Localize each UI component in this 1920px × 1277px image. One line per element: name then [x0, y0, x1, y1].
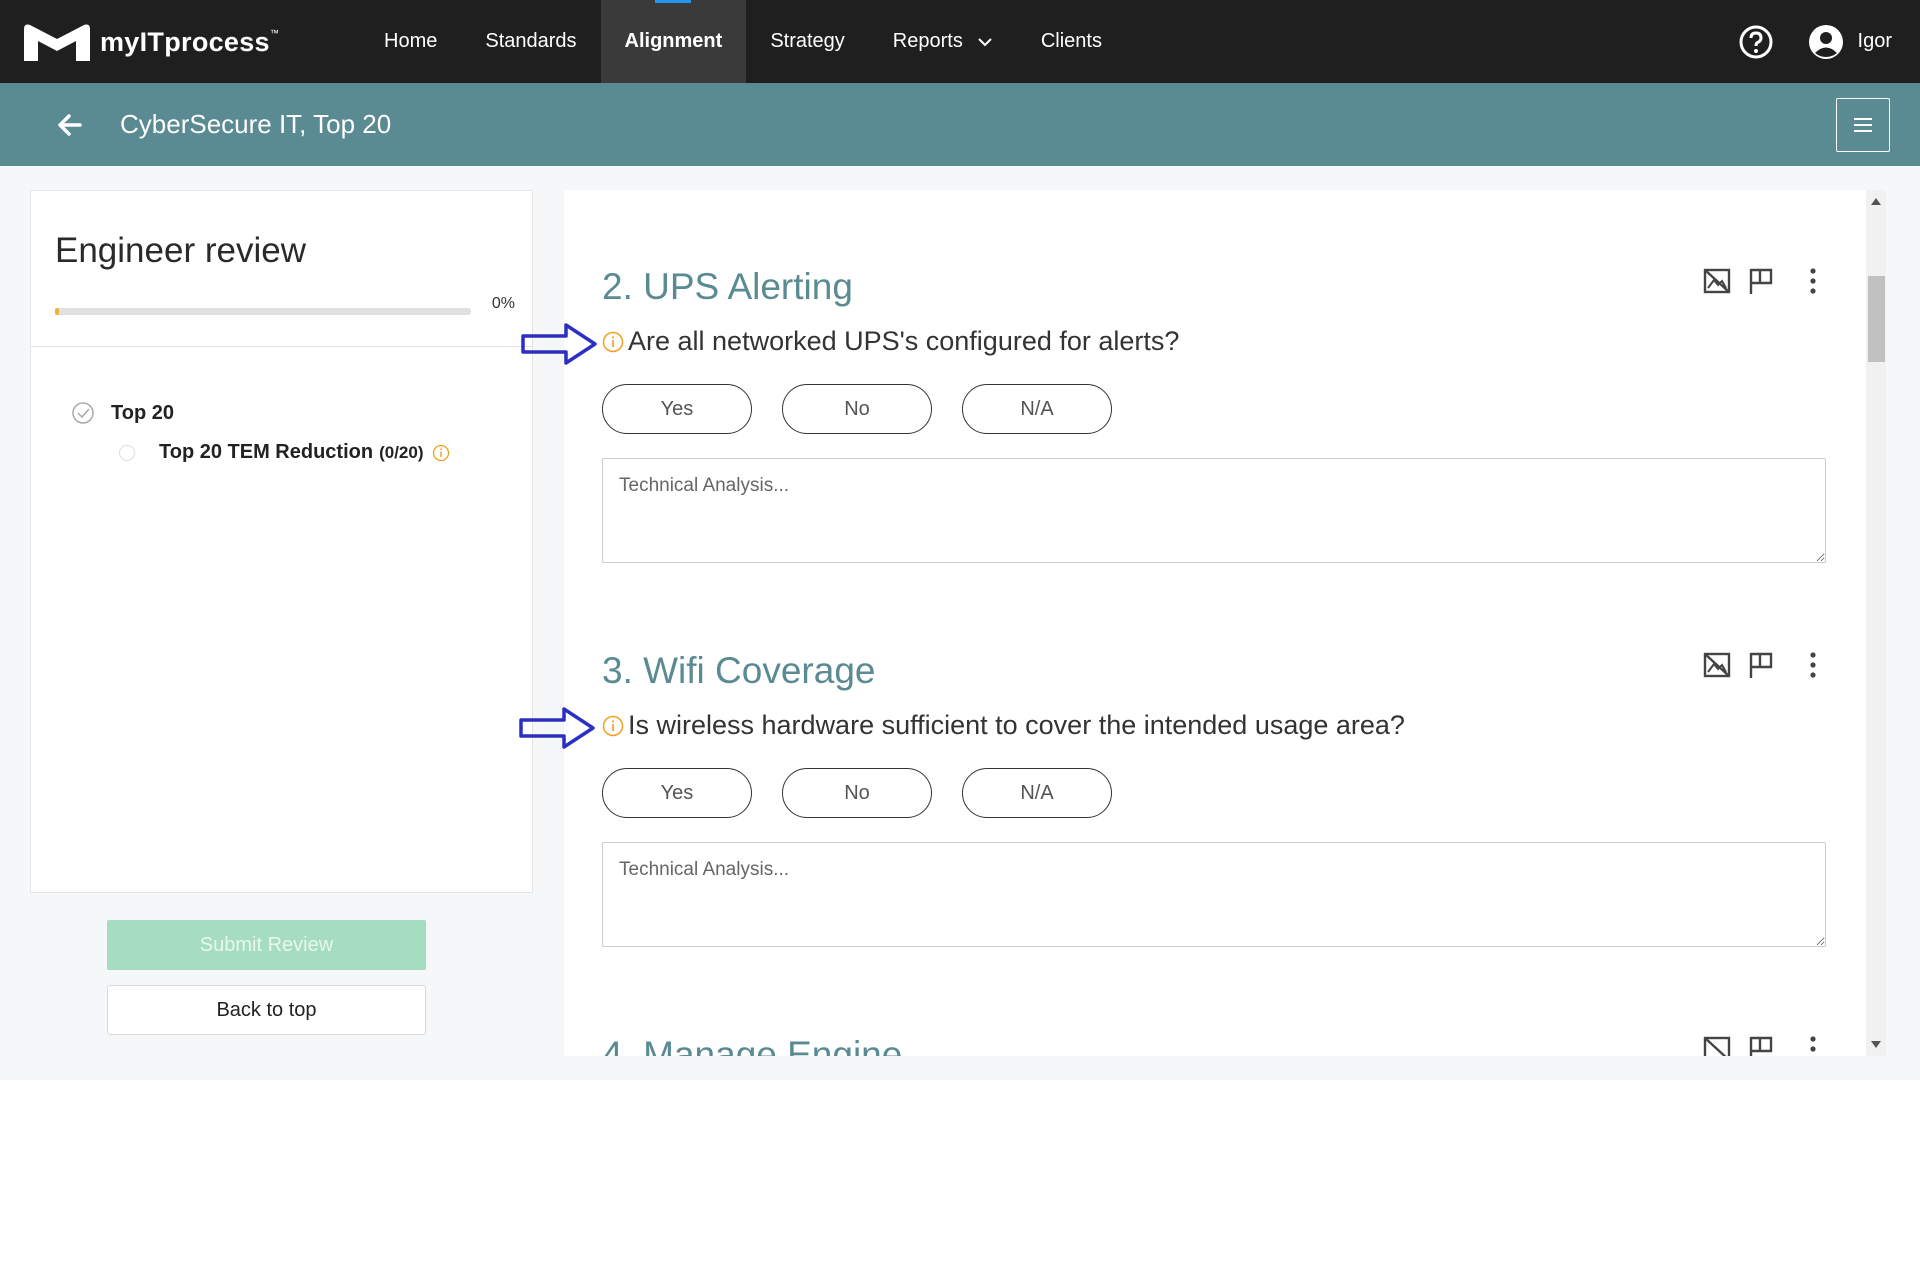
question-title: 4. Manage Engine [602, 1034, 903, 1056]
more-vertical-icon[interactable] [1798, 650, 1828, 680]
page-title: CyberSecure IT, Top 20 [120, 109, 392, 139]
answer-na-button[interactable]: N/A [962, 384, 1112, 434]
annotation-arrow-icon [521, 323, 597, 365]
question-tools [1688, 1034, 1828, 1056]
questions-panel: 2. UPS Alerting Are all networked UPS's … [564, 190, 1866, 1056]
brand-logo[interactable]: myITprocess ™ [22, 20, 279, 64]
status-dot [119, 444, 135, 461]
nav-alignment-label: Alignment [624, 30, 723, 52]
context-header: CyberSecure IT, Top 20 [0, 83, 1920, 166]
review-progress-bar [55, 308, 471, 315]
info-icon[interactable] [602, 331, 624, 353]
scroll-up-icon[interactable] [1870, 196, 1882, 206]
sidebar-divider [31, 346, 532, 347]
nav-strategy[interactable]: Strategy [746, 0, 868, 83]
scroll-down-icon[interactable] [1870, 1040, 1882, 1050]
nav-standards-label: Standards [485, 30, 577, 52]
logo-m-icon [24, 24, 90, 61]
check-circle-icon [72, 402, 94, 424]
scrollbar-thumb[interactable] [1868, 276, 1885, 362]
tree-item-top20[interactable]: Top 20 [71, 401, 174, 425]
info-icon[interactable] [602, 715, 624, 737]
flag-icon[interactable] [1746, 1034, 1776, 1056]
answer-no-button[interactable]: No [782, 768, 932, 818]
back-to-top-button[interactable]: Back to top [107, 985, 426, 1035]
answer-yes-button[interactable]: Yes [602, 384, 752, 434]
question-text-row: Is wireless hardware sufficient to cover… [602, 710, 1405, 741]
answer-yes-button[interactable]: Yes [602, 768, 752, 818]
more-vertical-icon[interactable] [1798, 266, 1828, 296]
nav-standards[interactable]: Standards [461, 0, 600, 83]
user-avatar-icon[interactable] [1808, 24, 1844, 60]
nav-home-label: Home [384, 30, 438, 52]
annotation-arrow-icon [519, 707, 595, 749]
hamburger-icon [1854, 118, 1872, 132]
answer-options: Yes No N/A [602, 768, 1142, 818]
image-off-icon[interactable] [1702, 650, 1732, 680]
flag-icon[interactable] [1746, 650, 1776, 680]
technical-analysis-input[interactable] [602, 842, 1826, 947]
question-text: Are all networked UPS's configured for a… [628, 326, 1180, 356]
top-navbar: myITprocess ™ Home Standards Alignment S… [0, 0, 1920, 83]
question-tools [1688, 650, 1828, 680]
hamburger-menu-button[interactable] [1836, 98, 1890, 152]
review-progress-fill [55, 308, 60, 315]
chevron-down-icon [978, 37, 992, 46]
nav-alignment[interactable]: Alignment [600, 0, 747, 83]
brand-trademark: ™ [269, 28, 279, 38]
help-icon[interactable] [1738, 24, 1774, 60]
tree-item-top20-label: Top 20 [111, 401, 174, 424]
review-title: Engineer review [55, 231, 306, 270]
submit-review-button[interactable]: Submit Review [107, 920, 426, 970]
tree-item-tem-count: (0/20) [379, 442, 424, 462]
main-nav: Home Standards Alignment Strategy Report… [360, 0, 1126, 83]
flag-icon[interactable] [1746, 266, 1776, 296]
review-progress-label: 0% [491, 295, 515, 312]
info-icon [432, 444, 449, 461]
question-tools [1688, 266, 1828, 296]
question-card: 4. Manage Engine [602, 1034, 1828, 1056]
question-text-row: Are all networked UPS's configured for a… [602, 326, 1179, 357]
nav-reports[interactable]: Reports [869, 0, 1017, 83]
user-name[interactable]: Igor [1858, 30, 1892, 53]
image-off-icon[interactable] [1702, 266, 1732, 296]
answer-no-button[interactable]: No [782, 384, 932, 434]
nav-strategy-label: Strategy [770, 30, 845, 52]
question-text: Is wireless hardware sufficient to cover… [628, 710, 1405, 740]
answer-na-button[interactable]: N/A [962, 768, 1112, 818]
nav-clients[interactable]: Clients [1017, 0, 1126, 83]
image-off-icon[interactable] [1702, 1034, 1732, 1056]
question-card: 2. UPS Alerting Are all networked UPS's … [602, 266, 1828, 563]
technical-analysis-input[interactable] [602, 458, 1826, 563]
question-title: 2. UPS Alerting [602, 266, 853, 307]
nav-reports-label: Reports [892, 30, 963, 52]
question-card: 3. Wifi Coverage Is wireless hardware su… [602, 650, 1828, 947]
nav-home[interactable]: Home [360, 0, 461, 83]
answer-options: Yes No N/A [602, 384, 1142, 434]
brand-name: myITprocess [100, 26, 270, 57]
question-title: 3. Wifi Coverage [602, 650, 876, 691]
more-vertical-icon[interactable] [1798, 1034, 1828, 1056]
nav-right: Igor [1738, 0, 1892, 83]
review-sidebar: Engineer review 0% Top 20 Top 20 TEM Red… [30, 190, 533, 893]
back-arrow-icon[interactable] [56, 111, 84, 139]
tree-item-tem-reduction[interactable]: Top 20 TEM Reduction (0/20) [119, 441, 450, 464]
tree-item-tem-label: Top 20 TEM Reduction [159, 441, 374, 463]
nav-clients-label: Clients [1040, 30, 1102, 52]
